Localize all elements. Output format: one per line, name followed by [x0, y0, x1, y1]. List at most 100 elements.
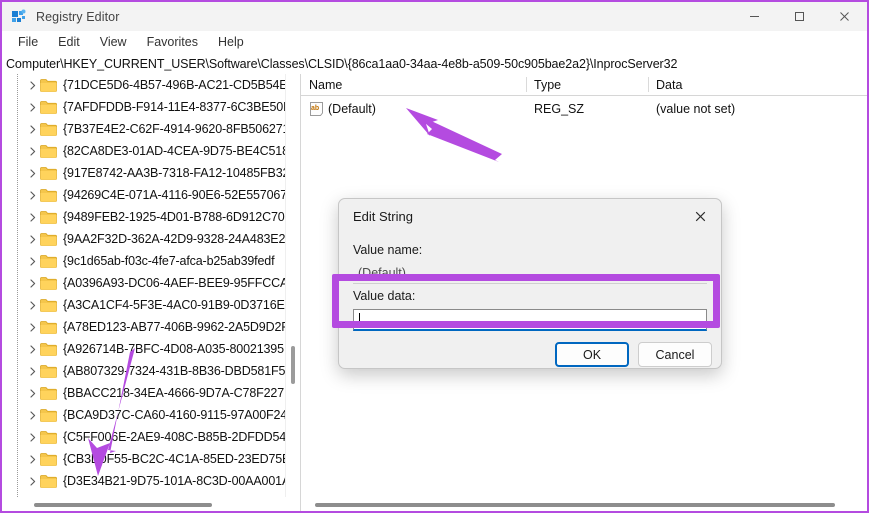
values-hscroll-thumb[interactable]: [315, 503, 835, 507]
chevron-right-icon[interactable]: [24, 338, 40, 360]
tree-item[interactable]: {CB3D0F55-BC2C-4C1A-85ED-23ED75B: [2, 448, 286, 470]
chevron-right-icon[interactable]: [24, 294, 40, 316]
tree-item[interactable]: {71DCE5D6-4B57-496B-AC21-CD5B54E: [2, 74, 286, 96]
tree-item[interactable]: {9AA2F32D-362A-42D9-9328-24A483E2: [2, 228, 286, 250]
value-data-input[interactable]: [353, 309, 707, 331]
svg-text:ab: ab: [311, 105, 319, 112]
window-controls: [732, 2, 867, 31]
chevron-right-icon[interactable]: [24, 74, 40, 96]
dialog-close-icon[interactable]: [679, 199, 721, 233]
value-type-cell: REG_SZ: [534, 102, 585, 116]
address-bar[interactable]: Computer\HKEY_CURRENT_USER\Software\Clas…: [2, 53, 867, 75]
tree-item[interactable]: {C5FF006E-2AE9-408C-B85B-2DFDD544: [2, 426, 286, 448]
folder-icon: [40, 166, 57, 180]
chevron-right-icon[interactable]: [24, 96, 40, 118]
tree-item[interactable]: {9c1d65ab-f03c-4fe7-afca-b25ab39fedf: [2, 250, 286, 272]
value-name-label: Value name:: [353, 243, 423, 257]
tree-item-label: {A78ED123-AB77-406B-9962-2A5D9D2F: [63, 320, 286, 334]
chevron-right-icon[interactable]: [24, 382, 40, 404]
chevron-right-icon[interactable]: [24, 492, 40, 497]
cancel-button[interactable]: Cancel: [638, 342, 712, 367]
tree-item[interactable]: {D3E34B21-9D75-101A-8C3D-00AA001A: [2, 470, 286, 492]
tree-item[interactable]: {F41C880-6982-4CE5-8CF7-7085BA96D: [2, 492, 286, 497]
chevron-right-icon[interactable]: [24, 162, 40, 184]
folder-icon: [40, 452, 57, 466]
chevron-right-icon[interactable]: [24, 228, 40, 250]
column-header-type[interactable]: Type: [526, 74, 648, 95]
value-name-cell: ab (Default): [309, 98, 376, 120]
tree-item-label: {A926714B-7BFC-4D08-A035-80021395: [63, 342, 284, 356]
tree-item[interactable]: {A926714B-7BFC-4D08-A035-80021395: [2, 338, 286, 360]
chevron-right-icon[interactable]: [24, 316, 40, 338]
tree-item-label: {C5FF006E-2AE9-408C-B85B-2DFDD544: [63, 430, 286, 444]
values-horizontal-scrollbar[interactable]: [301, 498, 867, 511]
maximize-button[interactable]: [777, 2, 822, 31]
tree-item[interactable]: {BCA9D37C-CA60-4160-9115-97A00F24: [2, 404, 286, 426]
tree-vertical-scrollbar[interactable]: [285, 74, 300, 497]
values-column-header: Name Type Data: [301, 74, 867, 96]
tree-item-label: {A0396A93-DC06-4AEF-BEE9-95FFCCA: [63, 276, 286, 290]
chevron-right-icon[interactable]: [24, 448, 40, 470]
folder-icon: [40, 496, 57, 497]
folder-icon: [40, 144, 57, 158]
menu-item-file[interactable]: File: [8, 33, 48, 51]
minimize-button[interactable]: [732, 2, 777, 31]
registry-key-tree[interactable]: {71DCE5D6-4B57-496B-AC21-CD5B54E {7AFDFDD…: [2, 74, 286, 497]
tree-item-label: {AB807329-7324-431B-8B36-DBD581F5: [63, 364, 286, 378]
tree-item[interactable]: {A3CA1CF4-5F3E-4AC0-91B9-0D3716E1: [2, 294, 286, 316]
column-header-name[interactable]: Name: [301, 74, 526, 95]
ok-button[interactable]: OK: [555, 342, 629, 367]
tree-item-label: {917E8742-AA3B-7318-FA12-10485FB32: [63, 166, 286, 180]
tree-item[interactable]: {BBACC218-34EA-4666-9D7A-C78F227: [2, 382, 286, 404]
chevron-right-icon[interactable]: [24, 404, 40, 426]
registry-editor-icon: [11, 9, 27, 25]
folder-icon: [40, 100, 57, 114]
folder-icon: [40, 474, 57, 488]
chevron-right-icon[interactable]: [24, 250, 40, 272]
value-name-text: (Default): [328, 102, 376, 116]
folder-icon: [40, 276, 57, 290]
chevron-right-icon[interactable]: [24, 272, 40, 294]
tree-vscroll-thumb[interactable]: [291, 346, 295, 384]
menu-item-help[interactable]: Help: [208, 33, 254, 51]
tree-item[interactable]: {A78ED123-AB77-406B-9962-2A5D9D2F: [2, 316, 286, 338]
chevron-right-icon[interactable]: [24, 206, 40, 228]
menu-item-view[interactable]: View: [90, 33, 137, 51]
tree-item[interactable]: {7B37E4E2-C62F-4914-9620-8FB506271: [2, 118, 286, 140]
folder-icon: [40, 210, 57, 224]
tree-item[interactable]: {94269C4E-071A-4116-90E6-52E557067: [2, 184, 286, 206]
close-button[interactable]: [822, 2, 867, 31]
column-header-data[interactable]: Data: [648, 74, 848, 95]
chevron-right-icon[interactable]: [24, 184, 40, 206]
tree-item-label: {F41C880-6982-4CE5-8CF7-7085BA96D: [62, 495, 286, 497]
value-name-input: (Default): [353, 263, 707, 284]
tree-item-label: {9c1d65ab-f03c-4fe7-afca-b25ab39fedf: [63, 254, 275, 268]
tree-item[interactable]: {82CA8DE3-01AD-4CEA-9D75-BE4C518: [2, 140, 286, 162]
tree-item-label: {71DCE5D6-4B57-496B-AC21-CD5B54E: [63, 78, 286, 92]
folder-icon: [40, 320, 57, 334]
tree-item-label: {A3CA1CF4-5F3E-4AC0-91B9-0D3716E1: [63, 298, 286, 312]
tree-item[interactable]: {A0396A93-DC06-4AEF-BEE9-95FFCCA: [2, 272, 286, 294]
chevron-right-icon[interactable]: [24, 118, 40, 140]
tree-item-label: {CB3D0F55-BC2C-4C1A-85ED-23ED75B: [63, 452, 286, 466]
tree-hscroll-thumb[interactable]: [34, 503, 212, 507]
chevron-right-icon[interactable]: [24, 426, 40, 448]
table-row[interactable]: ab (Default) REG_SZ (value not set): [301, 98, 867, 120]
tree-item[interactable]: {7AFDFDDB-F914-11E4-8377-6C3BE50D: [2, 96, 286, 118]
menu-item-favorites[interactable]: Favorites: [137, 33, 208, 51]
tree-item-label: {9489FEB2-1925-4D01-B788-6D912C70F: [63, 210, 286, 224]
tree-item[interactable]: {AB807329-7324-431B-8B36-DBD581F5: [2, 360, 286, 382]
chevron-right-icon[interactable]: [24, 360, 40, 382]
ab-string-icon: ab: [309, 102, 324, 116]
dialog-title-bar: Edit String: [339, 199, 721, 233]
folder-icon: [40, 254, 57, 268]
key-tree-pane: {71DCE5D6-4B57-496B-AC21-CD5B54E {7AFDFDD…: [2, 74, 301, 511]
chevron-right-icon[interactable]: [24, 470, 40, 492]
tree-item[interactable]: {9489FEB2-1925-4D01-B788-6D912C70F: [2, 206, 286, 228]
tree-horizontal-scrollbar[interactable]: [2, 498, 300, 511]
chevron-right-icon[interactable]: [24, 140, 40, 162]
tree-item[interactable]: {917E8742-AA3B-7318-FA12-10485FB32: [2, 162, 286, 184]
tree-item-label: {7B37E4E2-C62F-4914-9620-8FB506271: [63, 122, 286, 136]
menu-item-edit[interactable]: Edit: [48, 33, 90, 51]
folder-icon: [40, 232, 57, 246]
